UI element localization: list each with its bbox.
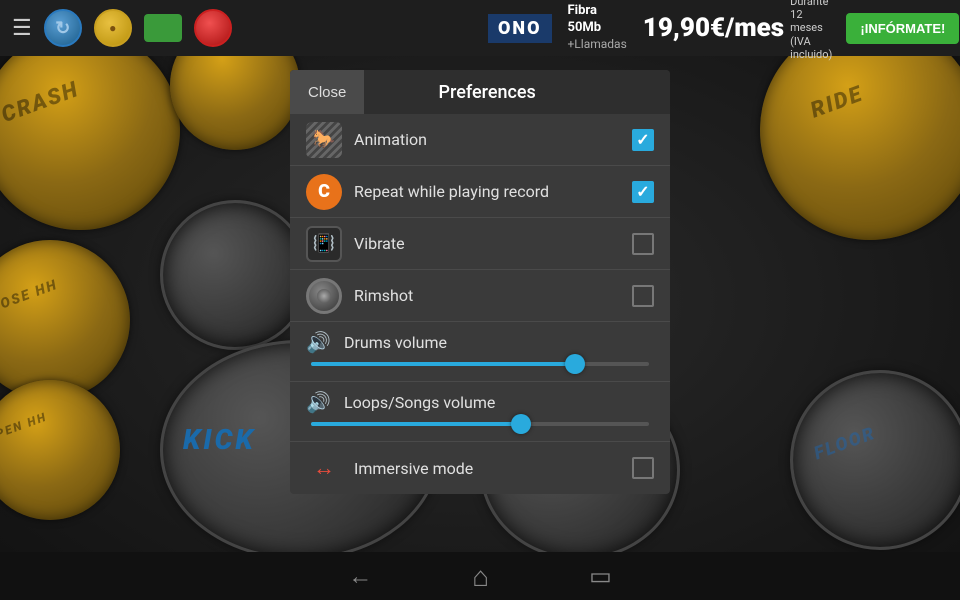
ad-line2: +Llamadas <box>568 37 627 53</box>
record-button[interactable]: ● <box>94 9 132 47</box>
drums-volume-fill <box>311 362 575 366</box>
immersive-icon: ↔ <box>306 450 342 486</box>
back-button[interactable]: ← <box>348 562 372 591</box>
repeat-icon: C <box>306 174 342 210</box>
rimshot-icon <box>306 278 342 314</box>
repeat-row[interactable]: C Repeat while playing record ✓ <box>290 166 670 218</box>
ad-banner: ONO Fibra 50Mb +Llamadas 19,90€/mes Dura… <box>480 0 960 56</box>
floor-label: FLOOR <box>811 423 878 465</box>
bottom-nav-bar: ← ⌂ ▭ <box>0 552 960 600</box>
vibrate-label: Vibrate <box>354 234 632 253</box>
close-button[interactable]: Close <box>290 70 364 114</box>
snare-drum[interactable] <box>160 200 310 350</box>
ad-subtext2: (IVA incluido) <box>790 35 832 61</box>
rimshot-row[interactable]: Rimshot <box>290 270 670 322</box>
prefs-title: Preferences <box>364 82 670 103</box>
loops-volume-row: 🔊 Loops/Songs volume <box>290 382 670 442</box>
repeat-label: Repeat while playing record <box>354 182 632 201</box>
prefs-header: Close Preferences <box>290 70 670 114</box>
rimshot-inner <box>317 289 331 303</box>
loops-volume-label-row: 🔊 Loops/Songs volume <box>306 390 654 414</box>
check-icon: ✓ <box>636 130 649 149</box>
animation-icon: 🐎 <box>306 122 342 158</box>
top-bar: ☰ ↻ ● ONO Fibra 50Mb +Llamadas 19,90€/me… <box>0 0 960 56</box>
rimshot-checkbox[interactable] <box>632 285 654 307</box>
vibrate-symbol: 📳 <box>313 233 335 254</box>
ride-label: RIDE <box>807 81 866 123</box>
repeat-symbol: C <box>318 181 330 202</box>
vibrate-checkbox[interactable] <box>632 233 654 255</box>
floor-tom[interactable]: FLOOR <box>790 370 960 550</box>
ad-cta-button[interactable]: ¡INFÓRMATE! <box>846 13 959 44</box>
loops-volume-thumb[interactable] <box>511 414 531 434</box>
toolbar-left: ☰ ↻ ● <box>12 9 232 47</box>
green-button[interactable] <box>144 14 182 42</box>
recent-apps-button[interactable]: ▭ <box>589 562 612 590</box>
refresh-button[interactable]: ↻ <box>44 9 82 47</box>
crash-cymbal[interactable]: CRASH <box>0 30 180 230</box>
animation-row[interactable]: 🐎 Animation ✓ <box>290 114 670 166</box>
repeat-checkbox[interactable]: ✓ <box>632 181 654 203</box>
animation-checkbox[interactable]: ✓ <box>632 129 654 151</box>
hihat-open-cymbal[interactable]: OPEN HH <box>0 380 120 520</box>
home-button[interactable]: ⌂ <box>472 560 489 593</box>
immersive-checkbox[interactable] <box>632 457 654 479</box>
preferences-dialog: Close Preferences 🐎 Animation ✓ C Repeat… <box>290 70 670 494</box>
open-hh-label: OPEN HH <box>0 410 49 445</box>
ad-brand: ONO <box>488 14 552 43</box>
stop-button[interactable] <box>194 9 232 47</box>
close-hh-label: CLOSE HH <box>0 277 60 319</box>
ad-line1: Fibra 50Mb <box>568 3 627 37</box>
immersive-label: Immersive mode <box>354 459 632 478</box>
ad-price-block: 19,90€/mes <box>643 13 784 43</box>
record-icon: ● <box>109 21 116 35</box>
loops-volume-label: Loops/Songs volume <box>344 393 495 412</box>
drums-volume-thumb[interactable] <box>565 354 585 374</box>
vibrate-icon: 📳 <box>306 226 342 262</box>
drums-volume-label: Drums volume <box>344 333 447 352</box>
rimshot-label: Rimshot <box>354 286 632 305</box>
loops-volume-fill <box>311 422 521 426</box>
loops-volume-icon: 🔊 <box>306 390 334 414</box>
drums-volume-track[interactable] <box>311 362 649 366</box>
drums-volume-label-row: 🔊 Drums volume <box>306 330 654 354</box>
ad-subtext1: Durante 12 meses <box>790 0 832 35</box>
ad-price: 19,90€/mes <box>643 13 784 43</box>
drums-volume-row: 🔊 Drums volume <box>290 322 670 382</box>
immersive-row[interactable]: ↔ Immersive mode <box>290 442 670 494</box>
ad-description: Fibra 50Mb +Llamadas <box>558 3 637 52</box>
menu-icon[interactable]: ☰ <box>12 16 32 41</box>
animation-icon-inner: 🐎 <box>306 122 342 158</box>
hihat-close-cymbal[interactable]: CLOSE HH <box>0 240 130 400</box>
drums-volume-icon: 🔊 <box>306 330 334 354</box>
horse-icon: 🐎 <box>313 129 335 150</box>
vibrate-row[interactable]: 📳 Vibrate <box>290 218 670 270</box>
kick1-label: KICK <box>183 423 256 456</box>
immersive-symbol: ↔ <box>313 455 335 481</box>
loops-volume-track[interactable] <box>311 422 649 426</box>
ad-price-note: Durante 12 meses (IVA incluido) <box>790 0 832 61</box>
animation-label: Animation <box>354 130 632 149</box>
refresh-icon: ↻ <box>55 18 70 39</box>
repeat-check-icon: ✓ <box>636 182 649 201</box>
crash-label: CRASH <box>0 77 83 128</box>
